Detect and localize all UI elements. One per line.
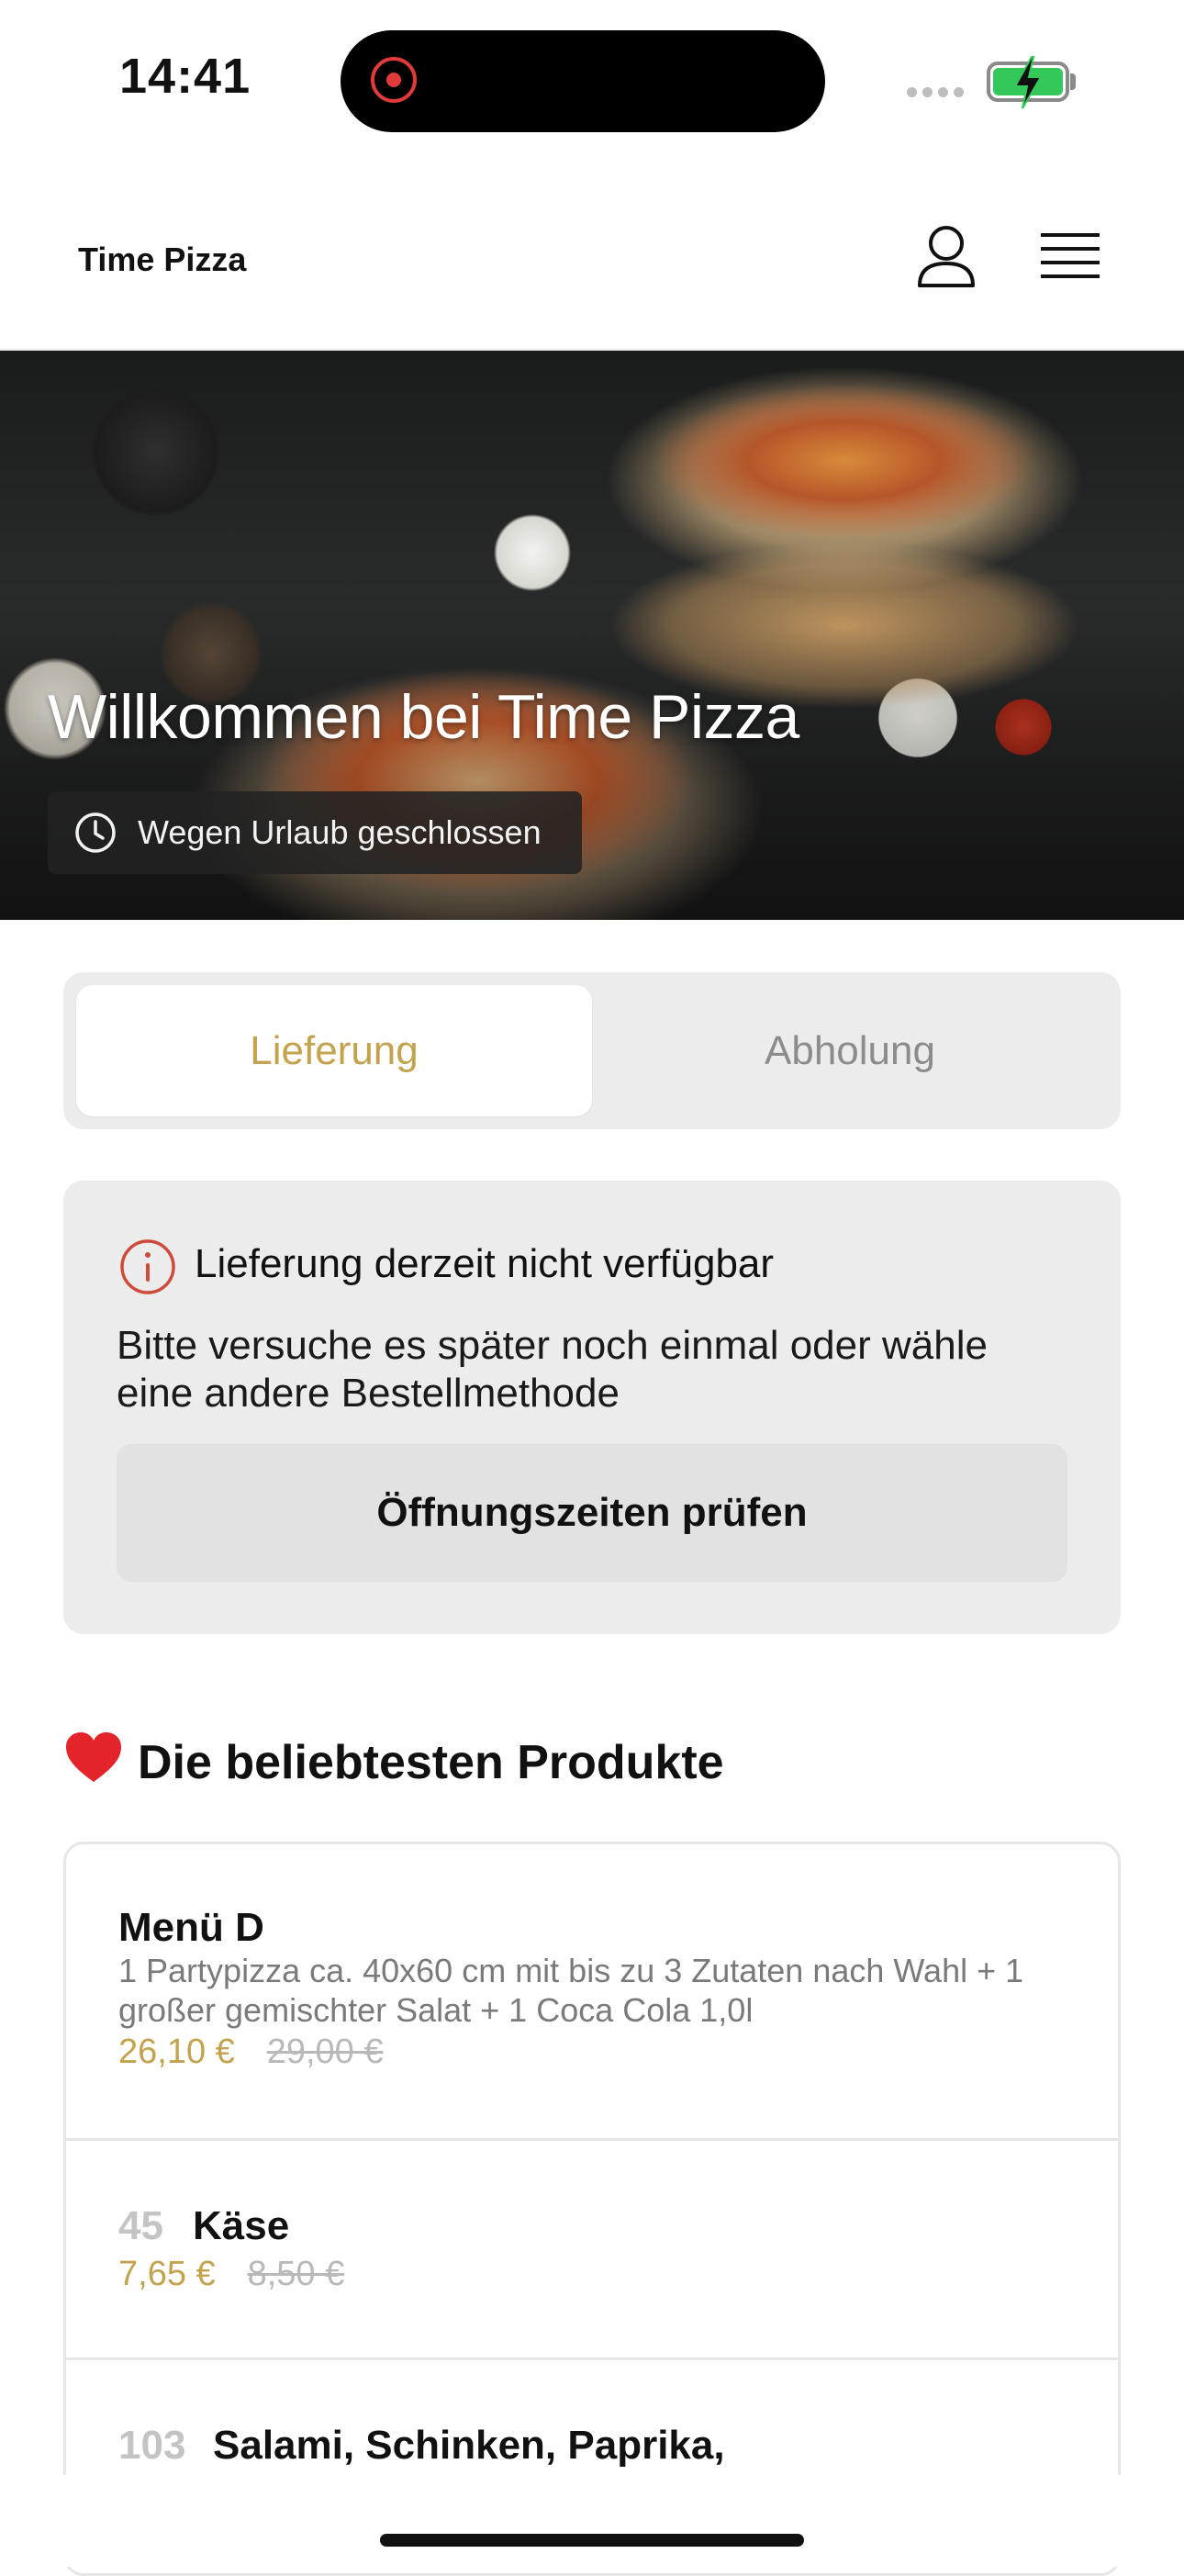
product-old-price: 29,00 €: [266, 2033, 384, 2071]
product-description: 1 Partypizza ca. 40x60 cm mit bis zu 3 Z…: [118, 1952, 1024, 2029]
info-icon: [120, 1239, 175, 1294]
signal-icon: [907, 85, 969, 102]
list-divider: [66, 2138, 1118, 2141]
product-price: 26,10 €: [118, 2033, 235, 2071]
product-price: 7,65 €: [118, 2255, 216, 2293]
user-icon[interactable]: [916, 225, 977, 289]
menu-icon[interactable]: [1041, 231, 1100, 281]
recording-indicator-icon: [371, 57, 417, 103]
notice-body: Bitte versuche es später noch einmal ode…: [117, 1323, 988, 1416]
clock-icon: [75, 812, 116, 853]
tab-lieferung[interactable]: Lieferung: [76, 985, 592, 1116]
section-title: Die beliebtesten Produkte: [138, 1736, 724, 1789]
product-name[interactable]: Salami, Schinken, Paprika,: [213, 2423, 725, 2469]
heart-icon: [66, 1732, 121, 1782]
charging-bolt-icon: [1013, 56, 1043, 109]
product-price-row: 26,10 € 29,00 €: [118, 2033, 384, 2072]
product-number: 45: [118, 2203, 163, 2248]
home-indicator[interactable]: [380, 2534, 804, 2547]
product-old-price: 8,50 €: [247, 2255, 345, 2293]
status-time: 14:41: [119, 49, 251, 104]
list-divider: [66, 2358, 1118, 2360]
battery-tip: [1070, 73, 1076, 90]
brand-title[interactable]: Time Pizza: [78, 241, 246, 279]
check-opening-hours-button[interactable]: Öffnungszeiten prüfen: [117, 1444, 1067, 1582]
closed-status-text: Wegen Urlaub geschlossen: [138, 813, 542, 851]
notice-title: Lieferung derzeit nicht verfügbar: [195, 1241, 775, 1286]
product-name[interactable]: Menü D: [118, 1905, 264, 1951]
hero-title: Willkommen bei Time Pizza: [48, 682, 799, 752]
closed-status-badge: Wegen Urlaub geschlossen: [48, 791, 582, 874]
product-number: 103: [118, 2423, 186, 2468]
product-name[interactable]: Käse: [193, 2203, 289, 2249]
tab-abholung[interactable]: Abholung: [592, 985, 1108, 1116]
product-price-row: 7,65 € 8,50 €: [118, 2255, 344, 2294]
list-scroll-cutoff: [63, 2475, 1121, 2567]
